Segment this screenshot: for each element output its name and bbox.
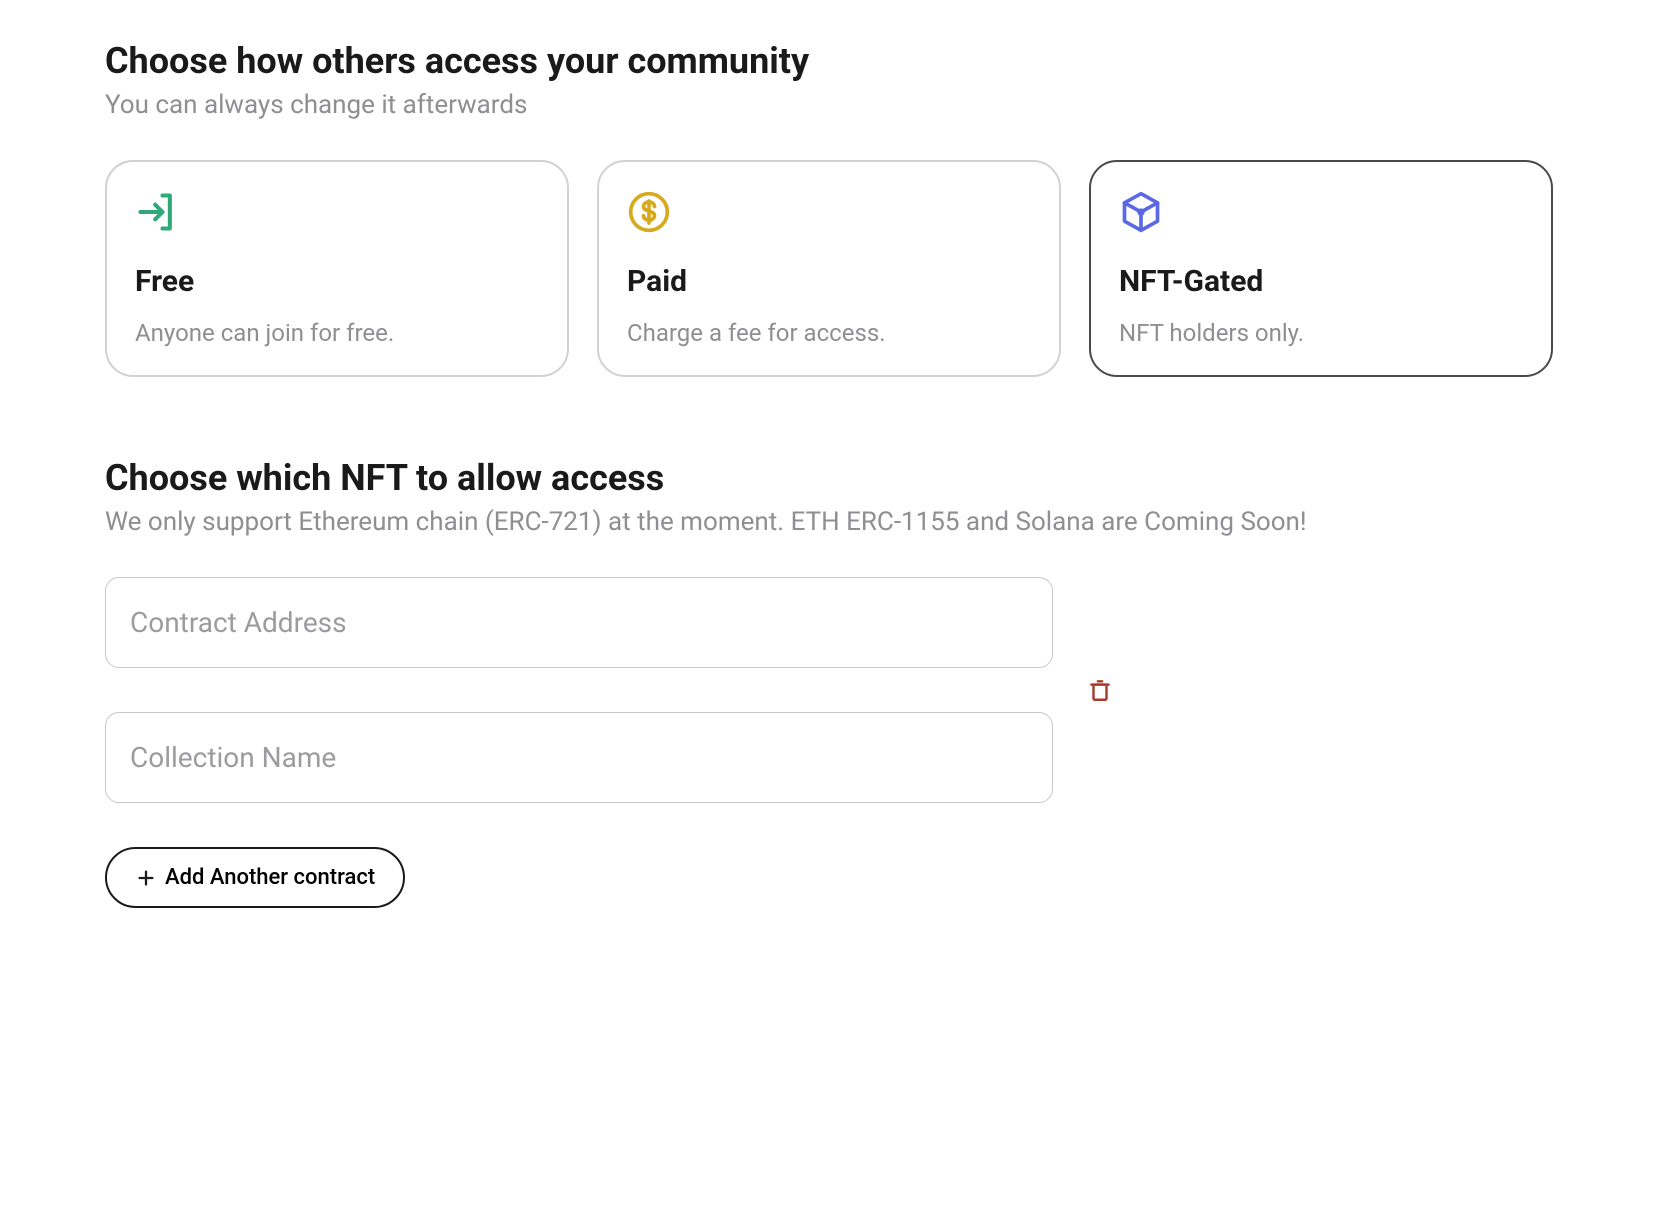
nft-subtitle: We only support Ethereum chain (ERC-721)… [105,507,1553,537]
access-option-nft-gated-desc: NFT holders only. [1119,319,1523,347]
access-option-nft-gated[interactable]: NFT-Gated NFT holders only. [1089,160,1553,377]
access-option-free-title: Free [135,264,539,299]
add-contract-label: Add Another contract [165,865,375,890]
enter-icon [135,190,179,234]
contract-input-fields [105,577,1053,803]
access-subtitle: You can always change it afterwards [105,90,1553,120]
trash-icon [1087,677,1113,703]
access-option-free[interactable]: Free Anyone can join for free. [105,160,569,377]
dollar-icon [627,190,671,234]
nft-title: Choose which NFT to allow access [105,457,1553,499]
access-title: Choose how others access your community [105,40,1553,82]
cube-icon [1119,190,1163,234]
plus-icon [135,867,157,889]
contract-address-input[interactable] [105,577,1053,668]
access-option-free-desc: Anyone can join for free. [135,319,539,347]
contract-side-controls [1073,673,1117,707]
access-option-paid-title: Paid [627,264,1031,299]
access-options: Free Anyone can join for free. Paid Char… [105,160,1553,377]
add-contract-button[interactable]: Add Another contract [105,847,405,908]
collection-name-input[interactable] [105,712,1053,803]
access-option-nft-gated-title: NFT-Gated [1119,264,1523,299]
access-option-paid-desc: Charge a fee for access. [627,319,1031,347]
contract-input-group [105,577,1553,803]
access-option-paid[interactable]: Paid Charge a fee for access. [597,160,1061,377]
delete-contract-button[interactable] [1083,673,1117,707]
